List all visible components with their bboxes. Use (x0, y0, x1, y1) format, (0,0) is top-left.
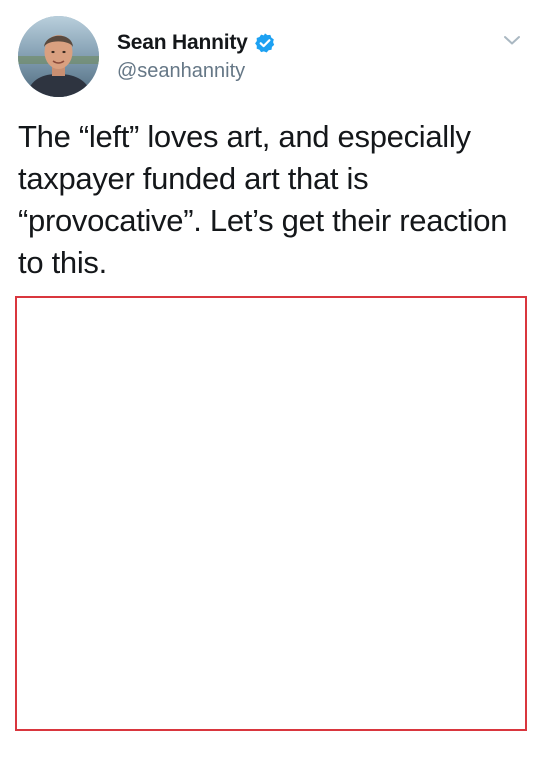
avatar-image (18, 16, 99, 97)
tweet-card: Sean Hannity @seanhannity The “left” lov… (0, 0, 540, 767)
tweet-header: Sean Hannity @seanhannity (117, 28, 276, 83)
user-handle[interactable]: @seanhannity (117, 60, 276, 83)
verified-badge-icon (254, 32, 276, 54)
media-frame (15, 296, 527, 731)
display-name[interactable]: Sean Hannity (117, 31, 248, 55)
tweet-text: The “left” loves art, and especially tax… (18, 119, 508, 280)
avatar[interactable] (18, 16, 99, 97)
chevron-down-icon[interactable] (502, 30, 522, 50)
name-row: Sean Hannity (117, 28, 276, 58)
